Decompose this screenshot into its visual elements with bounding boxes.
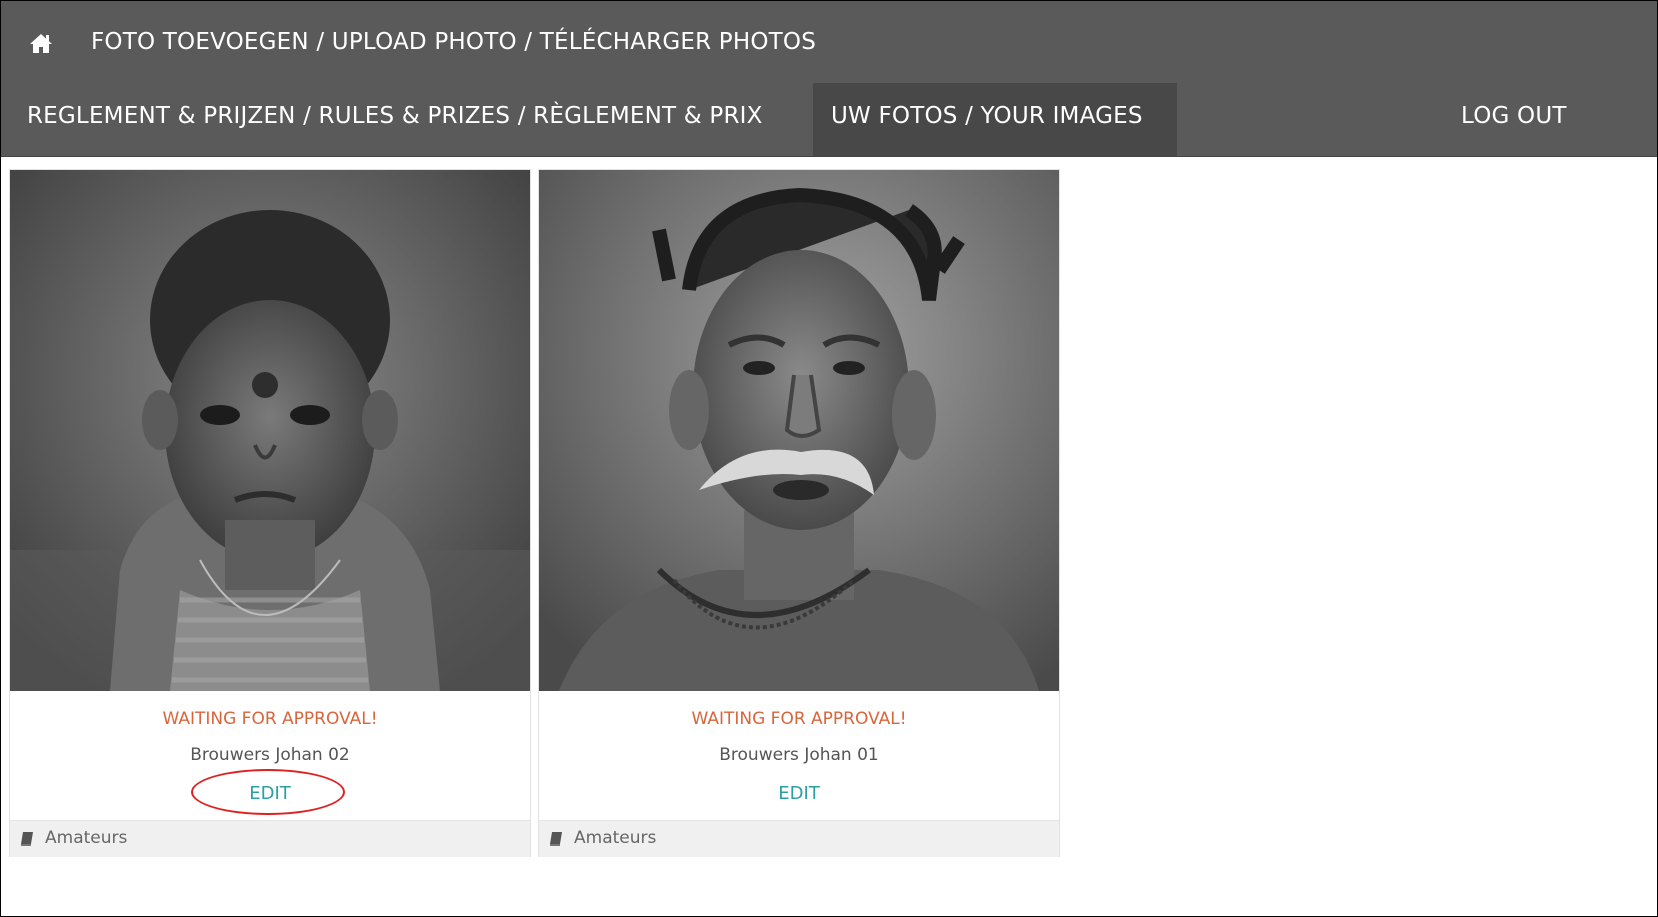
edit-link[interactable]: EDIT: [10, 783, 530, 804]
edit-link[interactable]: EDIT: [539, 783, 1059, 804]
card-footer: Amateurs: [539, 820, 1059, 857]
category-label: Amateurs: [574, 828, 657, 848]
category-label: Amateurs: [45, 828, 128, 848]
photo-title: Brouwers Johan 01: [719, 745, 879, 765]
status-text: WAITING FOR APPROVAL!: [691, 709, 907, 729]
top-navbar: FOTO TOEVOEGEN / UPLOAD PHOTO / TÉLÉCHAR…: [1, 1, 1657, 157]
nav-rules-prizes[interactable]: REGLEMENT & PRIJZEN / RULES & PRIZES / R…: [27, 103, 763, 129]
book-icon: [20, 831, 34, 847]
nav-your-images[interactable]: UW FOTOS / YOUR IMAGES: [831, 103, 1143, 129]
card-footer: Amateurs: [10, 820, 530, 857]
status-text: WAITING FOR APPROVAL!: [162, 709, 378, 729]
photo-card: WAITING FOR APPROVAL! Brouwers Johan 01 …: [538, 169, 1060, 857]
nav-row-primary: FOTO TOEVOEGEN / UPLOAD PHOTO / TÉLÉCHAR…: [1, 1, 1657, 83]
photo-thumbnail-child-portrait[interactable]: [10, 170, 530, 691]
nav-row-secondary: REGLEMENT & PRIJZEN / RULES & PRIZES / R…: [1, 83, 1657, 156]
book-icon: [549, 831, 563, 847]
photo-card: WAITING FOR APPROVAL! Brouwers Johan 02 …: [9, 169, 531, 857]
photo-title: Brouwers Johan 02: [190, 745, 350, 765]
page-frame: FOTO TOEVOEGEN / UPLOAD PHOTO / TÉLÉCHAR…: [0, 0, 1658, 917]
nav-log-out[interactable]: LOG OUT: [1461, 103, 1567, 129]
nav-upload-photo[interactable]: FOTO TOEVOEGEN / UPLOAD PHOTO / TÉLÉCHAR…: [91, 29, 816, 55]
photo-thumbnail-man-portrait[interactable]: [539, 170, 1059, 691]
home-icon[interactable]: [28, 27, 54, 57]
